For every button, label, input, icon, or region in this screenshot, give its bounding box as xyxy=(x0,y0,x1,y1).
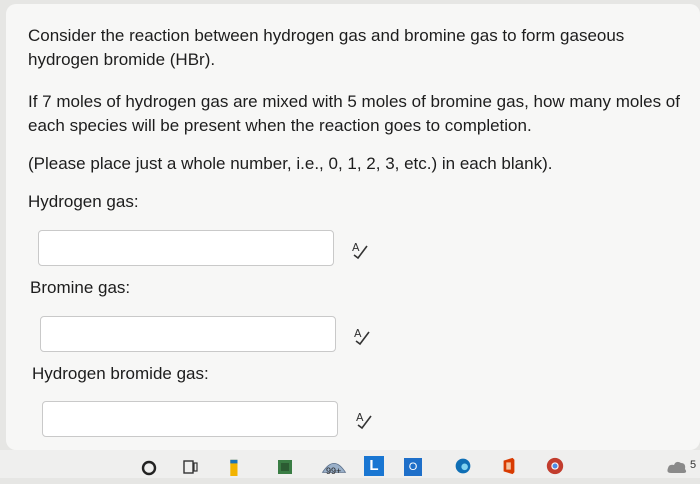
bromine-gas-label: Bromine gas: xyxy=(30,278,131,297)
task-view-icon[interactable] xyxy=(182,458,200,476)
svg-text:A: A xyxy=(352,241,360,254)
outlook-icon[interactable]: O xyxy=(404,458,422,476)
edge-icon[interactable] xyxy=(452,457,474,475)
question-card: Consider the reaction between hydrogen g… xyxy=(6,4,700,450)
svg-text:A: A xyxy=(356,411,364,424)
spellcheck-icon[interactable]: A xyxy=(352,326,372,346)
cloud-icon[interactable] xyxy=(666,458,688,476)
question-instruction: (Please place just a whole number, i.e.,… xyxy=(28,154,553,173)
app-icon[interactable] xyxy=(276,458,294,476)
search-icon[interactable] xyxy=(140,459,158,477)
bromine-gas-input[interactable] xyxy=(40,316,336,352)
hydrogen-bromide-gas-label: Hydrogen bromide gas: xyxy=(32,364,209,383)
question-prompt: If 7 moles of hydrogen gas are mixed wit… xyxy=(28,92,680,135)
file-explorer-icon[interactable] xyxy=(226,458,240,476)
taskbar: 99+ L O 5 xyxy=(0,450,700,478)
svg-text:A: A xyxy=(354,327,362,340)
office-icon[interactable] xyxy=(500,457,518,475)
question-intro: Consider the reaction between hydrogen g… xyxy=(28,26,625,69)
mail-badge: 99+ xyxy=(326,466,342,476)
hydrogen-gas-input[interactable] xyxy=(38,230,334,266)
hydrogen-gas-label: Hydrogen gas: xyxy=(28,192,139,211)
tray-number: 5 xyxy=(690,459,697,471)
chrome-icon[interactable] xyxy=(544,457,566,475)
spellcheck-icon[interactable]: A xyxy=(350,240,370,260)
spellcheck-icon[interactable]: A xyxy=(354,410,374,430)
hydrogen-bromide-gas-input[interactable] xyxy=(42,401,338,437)
store-icon[interactable]: L xyxy=(364,456,384,476)
